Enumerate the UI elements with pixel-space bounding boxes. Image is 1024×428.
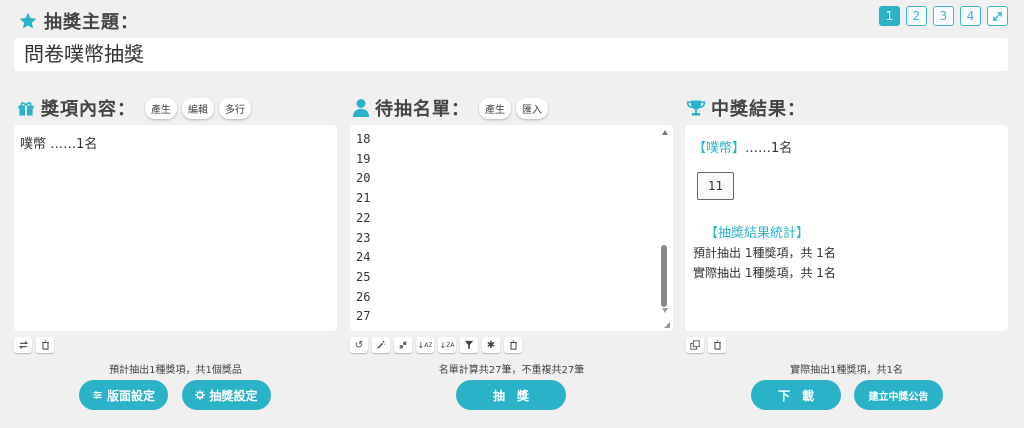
list-item: 20 bbox=[356, 171, 371, 186]
sliders-icon bbox=[92, 390, 103, 400]
trash-icon[interactable] bbox=[36, 337, 54, 353]
results-header: 中獎結果： bbox=[686, 96, 810, 120]
results-panel: 【噗幣】……1名 11 【抽獎結果統計】 預計抽出 1種獎項，共 1名 實際抽出… bbox=[685, 125, 1008, 331]
list-scrollbar[interactable] bbox=[659, 127, 671, 325]
results-title: 中獎結果： bbox=[711, 99, 806, 120]
stats-expected: 預計抽出 1種獎項，共 1名 bbox=[693, 246, 836, 260]
result-prize-line: 【噗幣】……1名 bbox=[693, 137, 1000, 156]
list-item: 22 bbox=[356, 210, 371, 225]
candidates-textarea[interactable]: 18 19 20 21 22 23 24 25 26 27 ◢ bbox=[350, 125, 673, 331]
gear-icon bbox=[195, 390, 206, 400]
result-prize-name: 【噗幣】 bbox=[693, 141, 746, 156]
sort-desc-icon[interactable]: ↓ ZA bbox=[438, 337, 456, 353]
scroll-down-arrow[interactable] bbox=[662, 308, 668, 313]
page-selector: 1 2 3 4 bbox=[879, 6, 1008, 26]
scroll-thumb[interactable] bbox=[661, 245, 667, 307]
list-item: 23 bbox=[356, 230, 371, 245]
import-list-button[interactable]: 匯入 bbox=[516, 97, 548, 119]
generate-prize-button[interactable]: 產生 bbox=[145, 97, 177, 119]
user-icon bbox=[352, 98, 370, 118]
gift-icon bbox=[16, 98, 36, 118]
trophy-icon bbox=[686, 98, 706, 118]
generate-list-button[interactable]: 產生 bbox=[479, 97, 511, 119]
resize-handle-icon[interactable]: ◢ bbox=[664, 320, 670, 329]
list-item: 24 bbox=[356, 250, 371, 265]
page-1-button[interactable]: 1 bbox=[879, 6, 900, 26]
multiline-prize-button[interactable]: 多行 bbox=[219, 97, 251, 119]
topic-input[interactable]: 問卷噗幣抽獎 bbox=[14, 38, 1008, 71]
undo-icon[interactable]: ↺ bbox=[350, 337, 368, 353]
layout-settings-label: 版面設定 bbox=[106, 388, 155, 403]
layout-settings-button[interactable]: 版面設定 bbox=[79, 380, 168, 410]
draw-button[interactable]: 抽 獎 bbox=[456, 380, 566, 410]
prizes-textarea[interactable]: 噗幣 ……1名 bbox=[14, 125, 337, 331]
candidate-list: 18 19 20 21 22 23 24 25 26 27 bbox=[350, 125, 673, 332]
edit-prize-button[interactable]: 編輯 bbox=[182, 97, 214, 119]
candidates-toolbar: ↺ ↓ AZ ↓ ZA ✱ bbox=[350, 337, 522, 353]
list-item: 21 bbox=[356, 191, 371, 206]
list-item: 27 bbox=[356, 309, 371, 324]
stats-actual: 實際抽出 1種獎項，共 1名 bbox=[693, 266, 836, 280]
filter-icon[interactable] bbox=[460, 337, 478, 353]
stats-title: 【抽獎結果統計】 bbox=[705, 226, 810, 241]
sort-asc-icon[interactable]: ↓ AZ bbox=[416, 337, 434, 353]
topic-header: 抽獎主題： bbox=[18, 9, 139, 33]
compress-icon[interactable] bbox=[394, 337, 412, 353]
prizes-summary: 預計抽出1種獎項，共1個獎品 bbox=[109, 365, 242, 376]
list-item: 19 bbox=[356, 151, 371, 166]
prizes-title: 獎項內容： bbox=[41, 99, 136, 120]
page-2-button[interactable]: 2 bbox=[906, 6, 927, 26]
star-icon bbox=[18, 11, 38, 31]
page-4-button[interactable]: 4 bbox=[960, 6, 981, 26]
candidates-header: 待抽名單： 產生 匯入 bbox=[352, 96, 548, 120]
expand-icon[interactable] bbox=[987, 6, 1008, 26]
magic-wand-icon[interactable] bbox=[372, 337, 390, 353]
download-button[interactable]: 下 載 bbox=[751, 380, 841, 410]
scroll-up-arrow[interactable] bbox=[662, 130, 668, 135]
create-announcement-button[interactable]: 建立中獎公告 bbox=[854, 380, 943, 410]
results-summary: 實際抽出1種獎項，共1名 bbox=[790, 365, 903, 376]
list-item: 18 bbox=[356, 132, 371, 146]
prize-line: 噗幣 ……1名 bbox=[20, 137, 98, 152]
trash-icon[interactable] bbox=[708, 337, 726, 353]
draw-settings-label: 抽獎設定 bbox=[209, 388, 258, 403]
page-3-button[interactable]: 3 bbox=[933, 6, 954, 26]
copy-icon[interactable] bbox=[686, 337, 704, 353]
draw-settings-button[interactable]: 抽獎設定 bbox=[182, 380, 271, 410]
winner-badge: 11 bbox=[697, 172, 735, 200]
candidates-summary: 名單計算共27筆，不重複共27筆 bbox=[438, 365, 585, 376]
trash-icon[interactable] bbox=[504, 337, 522, 353]
prizes-header: 獎項內容： 產生 編輯 多行 bbox=[16, 96, 251, 120]
candidates-title: 待抽名單： bbox=[375, 99, 470, 120]
list-item: 25 bbox=[356, 269, 371, 284]
swap-icon[interactable] bbox=[14, 337, 32, 353]
asterisk-icon[interactable]: ✱ bbox=[482, 337, 500, 353]
list-item: 26 bbox=[356, 289, 371, 304]
results-toolbar bbox=[686, 337, 726, 353]
result-prize-count: ……1名 bbox=[745, 141, 793, 156]
prizes-toolbar bbox=[14, 337, 54, 353]
topic-label: 抽獎主題： bbox=[44, 12, 139, 33]
